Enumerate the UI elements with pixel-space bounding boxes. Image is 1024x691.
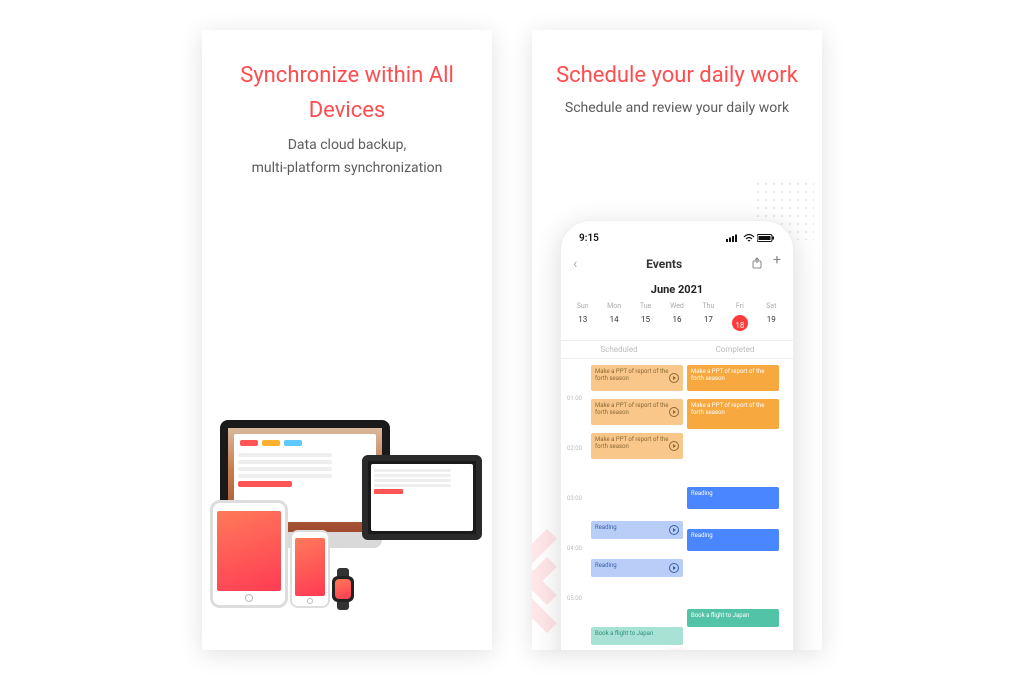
play-icon[interactable]: [669, 407, 679, 417]
weekday-label: Fri: [724, 302, 755, 310]
tab-scheduled[interactable]: Scheduled: [561, 341, 677, 358]
schedule-event[interactable]: Make a PPT of report of the forth season: [591, 399, 683, 425]
schedule-event[interactable]: Make a PPT of report of the forth season: [591, 365, 683, 391]
decorative-chevron: [532, 540, 560, 620]
weekday-label: Wed: [661, 302, 692, 310]
back-icon[interactable]: ‹: [573, 256, 577, 272]
share-icon[interactable]: [751, 254, 763, 273]
schedule-event[interactable]: Reading: [687, 529, 779, 551]
card-subtitle-line2: multi-platform synchronization: [252, 160, 443, 176]
schedule-event[interactable]: Make a PPT of report of the forth season: [687, 399, 779, 429]
status-bar: 9:15: [561, 221, 793, 248]
month-label: June 2021: [561, 279, 793, 296]
tablet-device: [210, 500, 288, 608]
card-subtitle-line1: Data cloud backup,: [288, 137, 407, 153]
schedule-event[interactable]: Book a flight to Japan: [591, 627, 683, 645]
selected-date[interactable]: 18: [732, 315, 748, 331]
hour-label: 04:00: [567, 545, 582, 552]
schedule-event[interactable]: Reading: [687, 487, 779, 509]
hour-label: 03:00: [567, 495, 582, 502]
card-title: Schedule your daily work: [532, 30, 822, 95]
nav-bar: ‹ Events +: [561, 248, 793, 279]
date-cell[interactable]: 19: [756, 312, 787, 334]
promo-card-sync: Synchronize within All Devices Data clou…: [202, 30, 492, 650]
schedule-event[interactable]: Make a PPT of report of the forth season: [591, 433, 683, 459]
devices-illustration: [202, 340, 492, 650]
weekday-label: Thu: [693, 302, 724, 310]
weekday-label: Sat: [756, 302, 787, 310]
schedule-event[interactable]: Reading: [591, 521, 683, 539]
hour-label: 02:00: [567, 445, 582, 452]
schedule-event[interactable]: Make a PPT of report of the forth season: [687, 365, 779, 391]
card-subtitle: Schedule and review your daily work: [532, 95, 822, 131]
date-row: 1314151617 18 19: [561, 310, 793, 340]
add-icon[interactable]: +: [773, 254, 781, 273]
schedule-grid: Make a PPT of report of the forth season…: [561, 359, 793, 650]
date-cell[interactable]: 13: [567, 312, 598, 334]
hour-label: 01:00: [567, 395, 582, 402]
date-cell[interactable]: 14: [598, 312, 629, 334]
hour-label: 05:00: [567, 595, 582, 602]
weekday-label: Tue: [630, 302, 661, 310]
date-cell[interactable]: 17: [693, 312, 724, 334]
schedule-event[interactable]: Book a flight to Japan: [687, 609, 779, 627]
date-cell[interactable]: 18: [724, 312, 755, 334]
watch-device: [332, 576, 354, 602]
status-icons: [726, 233, 775, 244]
schedule-tabs: Scheduled Completed: [561, 340, 793, 359]
phone-device: [290, 530, 330, 608]
laptop-device: [362, 455, 482, 540]
weekday-label: Sun: [567, 302, 598, 310]
weekday-row: SunMonTueWedThuFriSat: [561, 296, 793, 310]
play-icon[interactable]: [669, 525, 679, 535]
tab-completed[interactable]: Completed: [677, 341, 793, 358]
schedule-event[interactable]: Reading: [591, 559, 683, 577]
promo-card-schedule: Schedule your daily work Schedule and re…: [532, 30, 822, 650]
phone-mockup: 9:15 ‹ Events + June 2021 SunMonTueWedTh…: [560, 220, 794, 650]
play-icon[interactable]: [669, 563, 679, 573]
date-cell[interactable]: 16: [661, 312, 692, 334]
weekday-label: Mon: [598, 302, 629, 310]
card-subtitle: Data cloud backup, multi-platform synchr…: [202, 132, 492, 191]
status-time: 9:15: [579, 233, 599, 244]
card-title: Synchronize within All Devices: [202, 30, 492, 132]
play-icon[interactable]: [669, 441, 679, 451]
date-cell[interactable]: 15: [630, 312, 661, 334]
nav-title: Events: [646, 257, 682, 271]
play-icon[interactable]: [669, 373, 679, 383]
